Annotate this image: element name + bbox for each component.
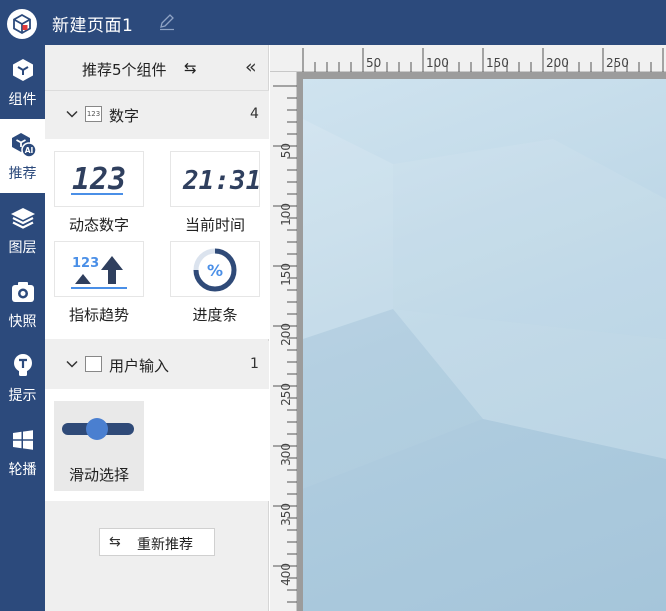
ruler-label: 150 xyxy=(486,56,509,70)
design-canvas[interactable] xyxy=(303,79,666,611)
svg-text:21:31: 21:31 xyxy=(182,166,259,196)
section-count: 4 xyxy=(250,106,259,122)
rail-item-label: 提示 xyxy=(8,388,37,404)
section-title: 用户输入 xyxy=(109,357,170,375)
pencil-icon[interactable] xyxy=(158,13,176,35)
rail-item-layers[interactable]: 图层 xyxy=(0,193,45,267)
rail-item-carousel[interactable]: 轮播 xyxy=(0,415,45,489)
ruler-label: 150 xyxy=(279,263,293,286)
rail-item-components[interactable]: 组件 xyxy=(0,45,45,119)
swap-icon[interactable]: ⇆ xyxy=(184,59,197,77)
left-rail: 组件 AI 推荐 图层 快照 提示 轮播 xyxy=(0,45,45,611)
rail-item-label: 轮播 xyxy=(8,462,37,478)
canvas-frame-top xyxy=(297,72,666,79)
collapse-panel-icon[interactable]: « xyxy=(245,56,257,78)
section-title: 数字 xyxy=(109,107,140,125)
component-label: 进度条 xyxy=(192,306,238,324)
ruler-label: 100 xyxy=(426,56,449,70)
ruler-label: 400 xyxy=(279,563,293,586)
rail-item-label: 快照 xyxy=(8,314,37,330)
panel-header: 推荐5个组件 ⇆ « xyxy=(45,45,269,91)
panel-title: 推荐5个组件 xyxy=(82,61,167,79)
rail-item-snapshot[interactable]: 快照 xyxy=(0,267,45,341)
component-label: 当前时间 xyxy=(184,216,245,234)
app-logo-icon xyxy=(7,9,37,39)
ruler-label: 50 xyxy=(279,143,293,158)
rail-item-recommend[interactable]: AI 推荐 xyxy=(0,119,45,193)
ai-cube-icon: AI xyxy=(9,130,37,158)
recommend-panel: 推荐5个组件 ⇆ « 123 数字 4 123 动态数字 21:31 当前时间 … xyxy=(45,45,269,611)
re-recommend-label: 重新推荐 xyxy=(137,537,193,553)
chevron-down-icon[interactable] xyxy=(65,106,79,125)
ruler-label: 300 xyxy=(279,443,293,466)
component-label: 指标趋势 xyxy=(68,306,129,324)
section-body-user-input: 滑动选择 xyxy=(45,389,269,501)
ruler-label: 250 xyxy=(606,56,629,70)
section-count: 1 xyxy=(250,356,259,372)
section-header-numbers[interactable]: 123 数字 4 xyxy=(45,91,269,139)
ruler-label: 350 xyxy=(279,503,293,526)
page-title[interactable]: 新建页面1 xyxy=(52,11,133,36)
svg-text:123: 123 xyxy=(72,162,126,197)
horizontal-ruler: 50100150200250300 xyxy=(270,45,666,72)
progress-ring-icon: % xyxy=(170,241,260,297)
ruler-label: 200 xyxy=(279,323,293,346)
ruler-label: 250 xyxy=(279,383,293,406)
ruler-label: 50 xyxy=(366,56,381,70)
lightbulb-icon xyxy=(9,352,37,380)
indicator-trend-icon: 123 xyxy=(54,241,144,297)
svg-text:AI: AI xyxy=(25,146,34,155)
top-bar: 新建页面1 xyxy=(0,0,666,45)
re-recommend-button[interactable]: ⇆ 重新推荐 xyxy=(99,528,215,556)
digital-clock-icon: 21:31 xyxy=(170,151,261,207)
section-header-user-input[interactable]: 用户输入 1 xyxy=(45,341,269,389)
input-box-icon xyxy=(85,356,102,372)
component-card-current-time[interactable]: 21:31 当前时间 xyxy=(170,151,261,239)
layers-icon xyxy=(9,204,37,232)
rail-item-tips[interactable]: 提示 xyxy=(0,341,45,415)
dynamic-number-icon: 123 xyxy=(54,151,144,207)
component-card-slider[interactable]: 滑动选择 xyxy=(54,401,144,491)
camera-icon xyxy=(9,278,37,306)
swap-icon: ⇆ xyxy=(109,534,121,550)
rail-item-label: 组件 xyxy=(8,92,37,108)
ruler-label: 200 xyxy=(546,56,569,70)
svg-text:123: 123 xyxy=(72,256,99,271)
component-card-dynamic-number[interactable]: 123 动态数字 xyxy=(54,151,144,239)
number-section-icon: 123 xyxy=(85,106,102,122)
chevron-down-icon[interactable] xyxy=(65,356,79,375)
component-card-indicator-trend[interactable]: 123 指标趋势 xyxy=(54,241,144,329)
ruler-label: 100 xyxy=(279,203,293,226)
component-label: 滑动选择 xyxy=(68,466,129,484)
windows-icon xyxy=(9,426,37,454)
section-body-numbers: 123 动态数字 21:31 当前时间 123 指标趋势 % 进度条 xyxy=(45,139,269,339)
slider-icon xyxy=(54,401,144,457)
component-label: 动态数字 xyxy=(68,216,129,234)
vertical-ruler: 50 100 150 200 250 300 350 400 xyxy=(270,72,297,611)
rail-item-label: 图层 xyxy=(8,240,37,256)
component-card-progress[interactable]: % 进度条 xyxy=(170,241,260,329)
rail-item-label: 推荐 xyxy=(8,166,37,182)
svg-text:%: % xyxy=(207,261,223,280)
cube-icon xyxy=(9,56,37,84)
